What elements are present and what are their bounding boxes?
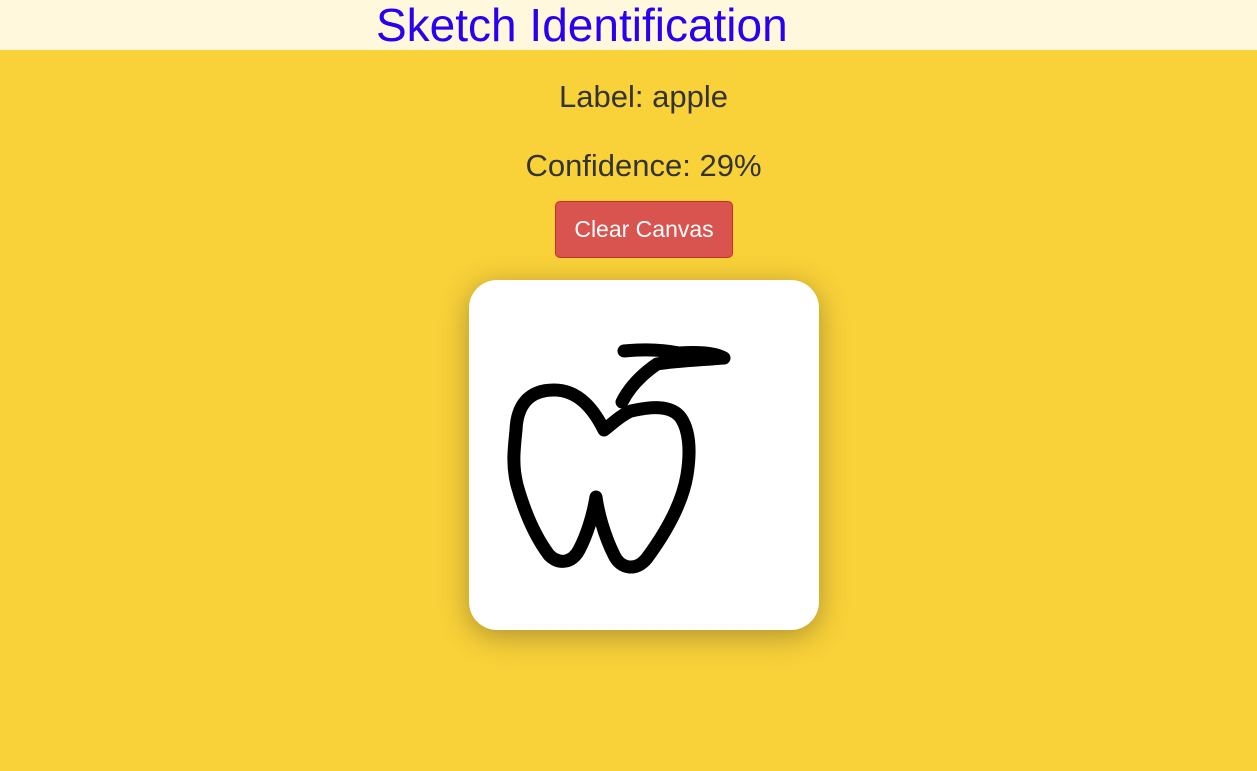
apple-body-stroke — [507, 383, 696, 574]
drawing-canvas[interactable] — [469, 280, 819, 630]
apple-stem-stroke — [615, 343, 731, 409]
confidence-prefix: Confidence: — [525, 148, 691, 183]
confidence-result: Confidence: 29% — [15, 148, 1257, 184]
label-result: Label: apple — [15, 79, 1257, 115]
confidence-value: 29% — [699, 148, 762, 183]
sketch-drawing — [507, 343, 731, 574]
clear-canvas-button[interactable]: Clear Canvas — [555, 201, 733, 258]
label-value: apple — [652, 79, 728, 114]
header-bar: Sketch Identification — [0, 0, 1257, 50]
page-title: Sketch Identification — [376, 0, 788, 51]
label-prefix: Label: — [559, 79, 644, 114]
